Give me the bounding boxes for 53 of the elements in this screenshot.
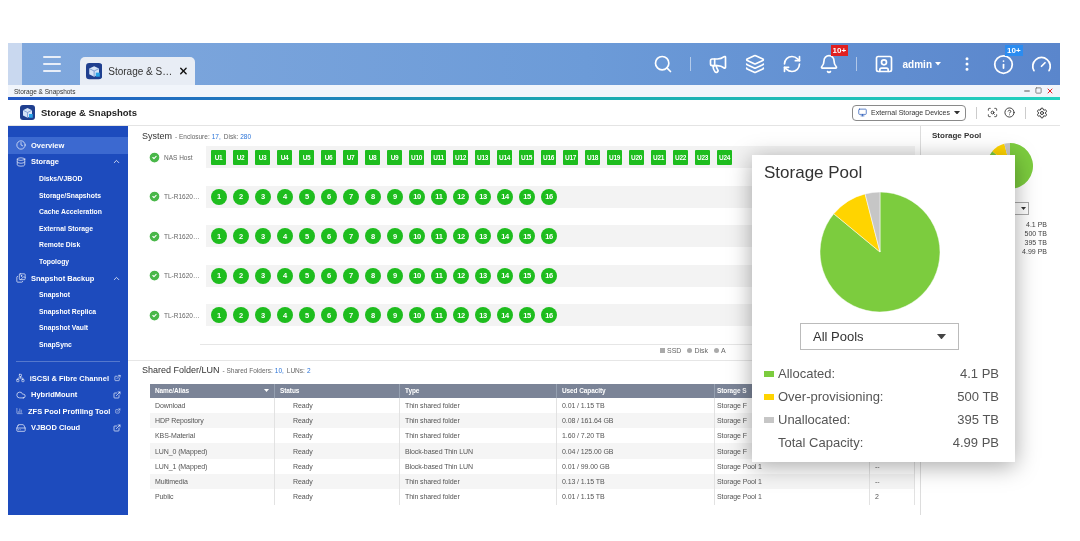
settings-icon[interactable]	[1036, 106, 1048, 119]
nav-icon	[16, 140, 26, 151]
minimize-icon[interactable]	[1023, 87, 1031, 95]
nav-icon	[16, 156, 26, 167]
app-tab[interactable]: Storage & S…	[80, 57, 195, 85]
legend-label: Over-provisioning:	[778, 389, 885, 404]
circle-icon	[687, 348, 693, 353]
monitor-icon	[858, 108, 867, 117]
external-link-icon	[113, 390, 121, 399]
nav-icon	[16, 422, 26, 433]
app-icon	[86, 62, 103, 80]
maximize-icon[interactable]	[1035, 87, 1042, 94]
caret-icon	[1021, 207, 1026, 210]
app-icon	[20, 105, 35, 120]
external-link-icon	[115, 407, 121, 416]
total-value: 4.99 PB	[952, 435, 999, 450]
legend-label: Allocated:	[778, 366, 837, 381]
section-title: System	[142, 131, 172, 141]
legend-label: Unallocated:	[778, 412, 852, 427]
panel-title: Storage Pool	[932, 131, 983, 140]
scan-icon[interactable]	[987, 107, 998, 118]
bell-icon[interactable]	[818, 54, 839, 74]
user-icon[interactable]	[873, 54, 894, 74]
total-label: Total Capacity:	[778, 435, 865, 450]
caret-icon	[954, 110, 960, 115]
close-icon[interactable]	[178, 65, 189, 77]
legend-value: 4.1 PB	[959, 366, 999, 381]
nav-icon	[16, 406, 23, 417]
legend-value: 500 TB	[957, 389, 999, 404]
help-icon[interactable]	[1004, 107, 1015, 118]
notification-badge: 10+	[830, 45, 849, 56]
user-menu[interactable]: admin	[902, 58, 932, 70]
section-title: Shared Folder/LUN	[142, 364, 220, 375]
circle-icon	[714, 348, 720, 353]
popup-title: Storage Pool	[764, 163, 864, 183]
sync-icon[interactable]	[781, 54, 802, 74]
external-link-icon	[113, 374, 121, 382]
square-icon	[660, 348, 665, 353]
caret-icon	[937, 333, 946, 340]
search-icon[interactable]	[652, 54, 673, 74]
pool-select[interactable]: All Pools	[800, 323, 959, 350]
nav-icon	[16, 273, 26, 284]
app-title: Storage & Snapshots	[41, 107, 138, 118]
nav-icon	[16, 373, 25, 383]
legend-value: 395 TB	[957, 412, 999, 427]
layers-icon[interactable]	[744, 54, 765, 74]
info-badge: 10+	[1005, 44, 1023, 56]
sort-caret-icon	[264, 389, 269, 392]
info-icon[interactable]	[993, 53, 1014, 75]
megaphone-icon[interactable]	[707, 54, 728, 74]
nav-icon	[16, 389, 26, 400]
external-link-icon	[113, 423, 121, 432]
caret-icon	[935, 62, 941, 66]
